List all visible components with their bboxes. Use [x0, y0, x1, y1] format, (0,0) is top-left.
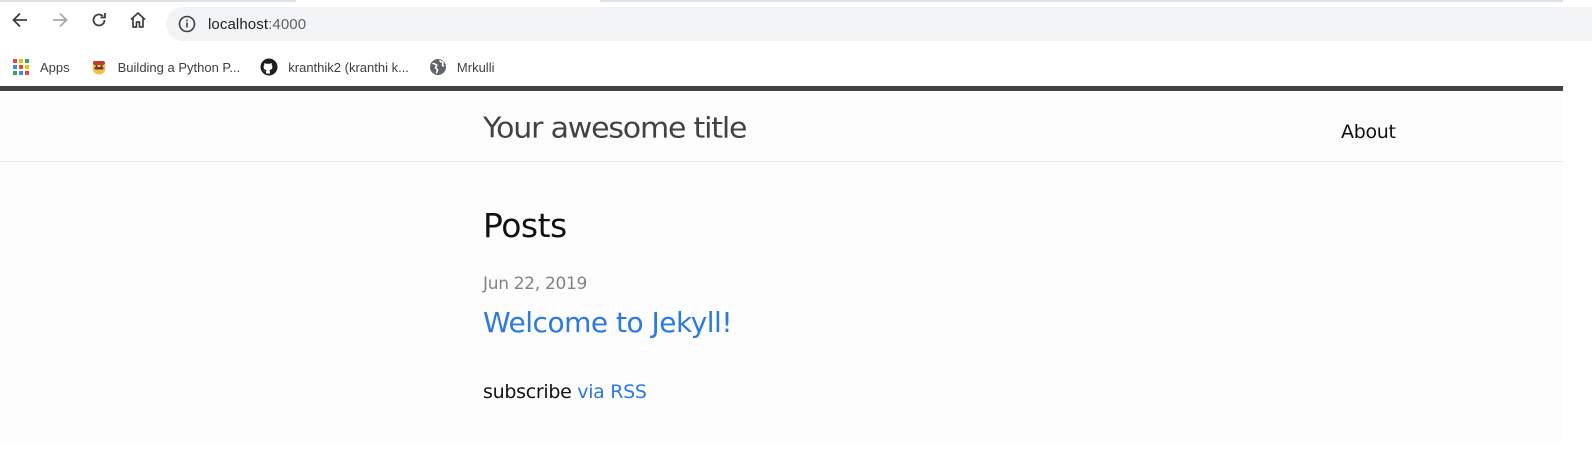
bookmark-label: Mrkulli	[456, 59, 495, 75]
post-date: Jun 22, 2019	[483, 274, 588, 294]
posts-heading: Posts	[483, 206, 567, 245]
bookmark-apps[interactable]: Apps	[6, 53, 76, 81]
mascot-favicon-icon	[90, 58, 108, 76]
nav-about-link[interactable]: About	[1341, 121, 1396, 143]
browser-toolbar: localhost:4000	[0, 0, 1592, 48]
bookmark-label: Building a Python P...	[117, 59, 241, 75]
bookmark-mrkulli[interactable]: Mrkulli	[423, 53, 501, 81]
forward-button[interactable]	[46, 6, 74, 34]
arrow-right-icon	[53, 12, 68, 28]
github-icon	[260, 58, 278, 76]
subscribe-line: subscribe via RSS	[483, 380, 1383, 404]
url-port: :4000	[268, 15, 307, 33]
post-title-link[interactable]: Welcome to Jekyll!	[483, 306, 733, 340]
info-icon[interactable]	[178, 15, 196, 33]
page-right-gutter	[1563, 86, 1592, 462]
bookmark-label: Apps	[40, 59, 70, 75]
site-title-link[interactable]: Your awesome title	[483, 112, 747, 145]
page-bottom-strip	[0, 443, 1563, 462]
globe-icon	[429, 58, 447, 76]
subscribe-text: subscribe	[483, 381, 572, 403]
tab-edge-right	[600, 0, 1563, 2]
apps-grid-icon	[12, 58, 30, 76]
back-button[interactable]	[6, 6, 34, 34]
address-bar[interactable]: localhost:4000	[166, 7, 1592, 41]
rss-link[interactable]: via RSS	[577, 381, 647, 403]
jekyll-page: Your awesome title About Posts Jun 22, 2…	[0, 86, 1563, 443]
tab-strip-edge	[0, 0, 1563, 3]
reload-icon	[92, 13, 106, 27]
home-button[interactable]	[124, 6, 152, 34]
url-host: localhost	[208, 15, 269, 33]
url-text: localhost:4000	[208, 16, 306, 33]
tab-edge-left	[0, 0, 296, 2]
home-icon	[130, 12, 146, 28]
bookmark-building-python[interactable]: Building a Python P...	[84, 53, 247, 81]
arrow-left-icon	[12, 12, 27, 28]
main-content: Posts Jun 22, 2019 Welcome to Jekyll! su…	[483, 206, 1383, 404]
site-header: Your awesome title About	[0, 86, 1563, 162]
reload-button[interactable]	[85, 6, 113, 34]
bookmarks-bar: Apps Building a Python P... kranthik2 (k…	[0, 48, 1592, 86]
bookmark-label: kranthik2 (kranthi k...	[288, 59, 409, 75]
bookmark-github-profile[interactable]: kranthik2 (kranthi k...	[254, 53, 415, 81]
